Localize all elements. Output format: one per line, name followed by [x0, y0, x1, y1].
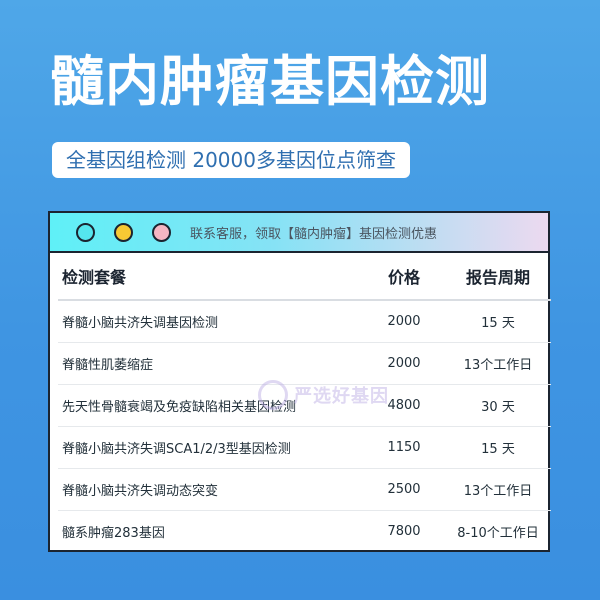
package-price: 1150 — [363, 426, 445, 469]
table-row: 先天性骨髓衰竭及免疫缺陷相关基因检测 4800 30 天 — [58, 384, 551, 427]
page-title: 髓内肿瘤基因检测 — [50, 50, 490, 113]
package-name: 脊髓小脑共济失调基因检测 — [58, 300, 363, 343]
table-row: 脊髓小脑共济失调基因检测 2000 15 天 — [58, 300, 551, 343]
report-period: 30 天 — [445, 384, 551, 427]
package-price: 2000 — [363, 342, 445, 385]
report-period: 15 天 — [445, 426, 551, 469]
report-period: 13个工作日 — [445, 468, 551, 511]
package-name: 脊髓小脑共济失调动态突变 — [58, 468, 363, 511]
window-dot-pink-icon[interactable] — [152, 222, 171, 242]
package-price: 7800 — [387, 524, 421, 539]
column-header-package: 检测套餐 — [58, 253, 363, 301]
package-price: 2500 — [363, 468, 445, 511]
table-row: 脊髓小脑共济失调SCA1/2/3型基因检测 1150 15 天 — [58, 426, 551, 469]
price-window: 联系客服，领取【髓内肿瘤】基因检测优惠 检测套餐 价格 报告周期 脊髓小脑共济失… — [48, 211, 551, 552]
table-row: 脊髓性肌萎缩症 2000 13个工作日 — [58, 342, 551, 385]
window-dot-yellow-icon[interactable] — [114, 222, 133, 242]
package-name: 脊髓小脑共济失调SCA1/2/3型基因检测 — [58, 426, 363, 469]
package-name: 脊髓性肌萎缩症 — [58, 342, 363, 385]
package-price: 4800 — [363, 384, 445, 427]
subtitle-badge: 全基因组检测 20000多基因位点筛查 — [52, 142, 410, 178]
table-row: 脊髓小脑共济失调动态突变 2500 13个工作日 — [58, 468, 551, 511]
column-header-period: 报告周期 — [445, 253, 551, 301]
table-header-row: 检测套餐 价格 报告周期 — [58, 253, 551, 301]
price-table: 检测套餐 价格 报告周期 脊髓小脑共济失调基因检测 2000 15 天 脊髓性肌… — [58, 253, 551, 552]
window-titlebar: 联系客服，领取【髓内肿瘤】基因检测优惠 — [50, 213, 548, 253]
report-period: 8-10个工作日 — [457, 526, 539, 541]
window-dot-cyan-icon[interactable] — [76, 222, 95, 242]
package-price: 2000 — [363, 300, 445, 343]
report-period: 15 天 — [445, 300, 551, 343]
promo-notice: 联系客服，领取【髓内肿瘤】基因检测优惠 — [190, 226, 438, 242]
package-name: 髓系肿瘤283基因 — [62, 526, 165, 541]
package-name: 先天性骨髓衰竭及免疫缺陷相关基因检测 — [58, 384, 363, 427]
column-header-price: 价格 — [363, 253, 445, 301]
report-period: 13个工作日 — [445, 342, 551, 385]
table-row: 髓系肿瘤283基因 7800 8-10个工作日 — [58, 511, 551, 553]
